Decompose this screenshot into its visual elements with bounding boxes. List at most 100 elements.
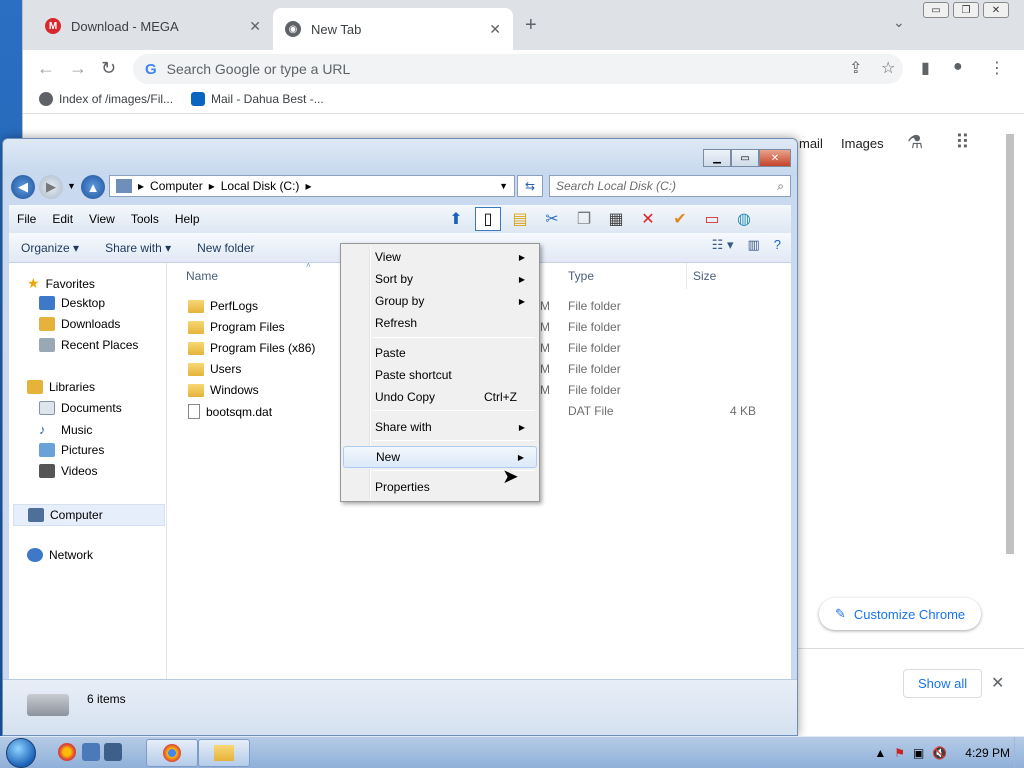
context-item-refresh[interactable]: Refresh [343,312,537,334]
show-all-button[interactable]: Show all [903,669,983,698]
tab-search-icon[interactable]: ⌄ [893,14,905,31]
folder-icon [188,341,204,355]
nav-documents[interactable]: Documents [39,401,122,415]
reload-icon[interactable]: ↻ [101,58,116,79]
breadcrumb-local-disk[interactable]: Local Disk (C:) [221,179,300,193]
bookmark-index[interactable]: Index of /images/Fil... [39,92,173,106]
context-item-undo-copy[interactable]: Undo Copy Ctrl+Z [343,386,537,408]
up-folder-icon[interactable]: ▲ [81,175,105,199]
recent-dropdown-icon[interactable]: ▼ [67,181,76,191]
switch-windows-icon[interactable] [104,743,122,761]
close-icon[interactable]: ✕ [991,673,1004,693]
clock[interactable]: 4:29 PM [965,746,1010,760]
gmail-link[interactable]: mail [799,136,823,151]
menu-help[interactable]: Help [167,212,208,226]
scrollbar[interactable] [1004,114,1016,656]
omnibox[interactable]: G Search Google or type a URL [133,54,903,84]
minimize-button[interactable]: ▭ [923,2,949,18]
search-input[interactable]: Search Local Disk (C:) ⌕ [549,175,791,197]
profile-icon[interactable]: ● [953,58,963,76]
check-icon[interactable]: ✔ [667,207,693,231]
menu-edit[interactable]: Edit [44,212,81,226]
column-name[interactable]: Name [186,263,218,289]
delete-icon[interactable]: ✕ [635,207,661,231]
start-button[interactable] [6,738,36,768]
nav-favorites[interactable]: ★ Favorites [27,275,95,292]
bookmark-star-icon[interactable]: ☆ [881,58,895,78]
chrome-quicklaunch-icon[interactable] [58,743,76,761]
address-dropdown-icon[interactable]: ▼ [499,181,508,191]
restore-button[interactable]: ❐ [953,2,979,18]
explorer-titlebar[interactable]: ▁ ▭ ✕ [3,139,797,175]
copy-icon[interactable]: ❐ [571,207,597,231]
share-icon[interactable]: ⇪ [849,58,862,78]
context-item-paste[interactable]: Paste [343,342,537,364]
help-icon[interactable]: ? [774,237,781,253]
bookmark-mail[interactable]: Mail - Dahua Best -... [191,92,324,106]
column-type[interactable]: Type [568,263,594,289]
context-item-sort-by[interactable]: Sort by ▶ [343,268,537,290]
up-icon[interactable]: ⬆ [443,207,469,231]
cut-icon[interactable]: ✂ [539,207,565,231]
menu-view[interactable]: View [81,212,123,226]
nav-videos[interactable]: Videos [39,464,97,478]
globe-icon[interactable]: ◍ [731,207,757,231]
menu-icon[interactable]: ⋮ [989,58,1005,78]
organize-button[interactable]: Organize ▾ [9,241,93,255]
close-button[interactable]: ✕ [759,149,791,167]
address-bar[interactable]: ▸ Computer ▸ Local Disk (C:) ▸ ▼ [109,175,515,197]
customize-chrome-button[interactable]: ✎ Customize Chrome [819,598,982,630]
show-hidden-icons[interactable]: ▲ [874,746,886,760]
properties-icon[interactable]: ▭ [699,207,725,231]
back-icon[interactable]: ← [37,58,55,79]
nav-computer[interactable]: Computer [13,504,165,526]
action-center-icon[interactable]: ⚑ [894,746,905,760]
nav-recent-places[interactable]: Recent Places [39,338,138,352]
folders-icon[interactable]: ▯ [475,207,501,231]
minimize-button[interactable]: ▁ [703,149,731,167]
network-tray-icon[interactable]: ▣ [913,746,924,760]
nav-desktop[interactable]: Desktop [39,296,105,310]
classic-toolbar: ⬆ ▯ ▤ ✂ ❐ ▦ ✕ ✔ ▭ ◍ [443,207,757,231]
close-button[interactable]: ✕ [983,2,1009,18]
menu-file[interactable]: File [9,212,44,226]
context-item-share-with[interactable]: Share with ▶ [343,416,537,438]
show-desktop-quicklaunch-icon[interactable] [82,743,100,761]
volume-icon[interactable]: 🔇 [932,746,947,760]
labs-flask-icon[interactable]: ⚗ [907,132,923,153]
forward-icon[interactable]: → [69,58,87,79]
change-view-icon[interactable]: ☷ ▾ [712,237,734,253]
apps-grid-icon[interactable]: ⠿ [955,130,970,155]
nav-network[interactable]: Network [27,548,93,562]
new-folder-button[interactable]: New folder [185,241,268,255]
share-with-button[interactable]: Share with ▾ [93,241,185,255]
back-icon[interactable]: ◀ [11,175,35,199]
nav-pictures[interactable]: Pictures [39,443,104,457]
taskbar-chrome-button[interactable] [146,739,198,767]
taskbar-explorer-button[interactable] [198,739,250,767]
preview-pane-icon[interactable]: ▥ [747,237,759,253]
paste-icon[interactable]: ▦ [603,207,629,231]
menu-tools[interactable]: Tools [123,212,167,226]
close-tab-icon[interactable]: ✕ [249,18,261,35]
refresh-button[interactable]: ⇆ [517,175,543,197]
new-tab-button[interactable]: + [525,14,537,37]
nav-music[interactable]: ♪ Music [39,422,92,437]
tab-mega[interactable]: M Download - MEGA ✕ [33,8,273,44]
show-desktop-button[interactable] [1014,737,1024,768]
nav-downloads[interactable]: Downloads [39,317,120,331]
context-item-paste-shortcut[interactable]: Paste shortcut [343,364,537,386]
forward-icon[interactable]: ▶ [39,175,63,199]
breadcrumb-computer[interactable]: Computer [150,179,203,193]
side-panel-icon[interactable]: ▮ [921,58,930,78]
crumb-arrow-icon: ▸ [138,179,145,193]
context-item-view[interactable]: View ▶ [343,246,537,268]
context-item-group-by[interactable]: Group by ▶ [343,290,537,312]
close-tab-icon[interactable]: ✕ [489,21,501,38]
maximize-button[interactable]: ▭ [731,149,759,167]
images-link[interactable]: Images [841,136,884,151]
folder-options-icon[interactable]: ▤ [507,207,533,231]
column-size[interactable]: Size [686,263,716,289]
tab-new-tab[interactable]: ◉ New Tab ✕ [273,8,513,50]
nav-libraries[interactable]: Libraries [27,380,95,394]
